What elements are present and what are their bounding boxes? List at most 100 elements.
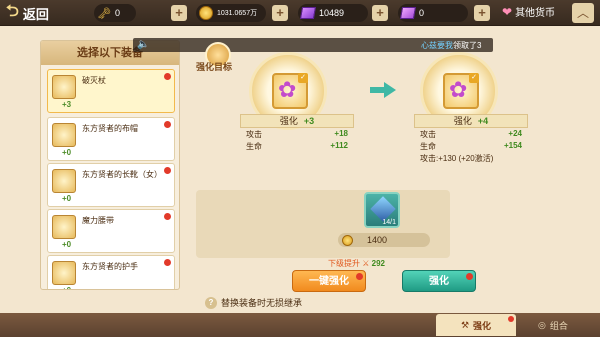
- equipped-tag-icon: ✓: [469, 73, 479, 83]
- equipment-name: 东方贤者的护手: [82, 262, 138, 271]
- add-key-button[interactable]: +: [171, 5, 187, 21]
- staff-icon: [52, 75, 76, 99]
- key-count: 0: [114, 8, 120, 18]
- material-box: 14/1 1400: [196, 190, 450, 258]
- gem-resource: 10489: [298, 4, 368, 22]
- red-dot-badge: [508, 316, 514, 322]
- equipment-name: 东方贤者的布帽: [82, 124, 138, 133]
- stat-row: 生命 +154: [414, 140, 528, 152]
- enhance-button[interactable]: 强化: [402, 270, 476, 292]
- back-button[interactable]: ⮌ 返回: [6, 3, 78, 23]
- equipment-item-0[interactable]: 破灭杖 +3: [47, 69, 175, 113]
- next-level-value: 292: [371, 259, 385, 268]
- enhance-label: 强化: [453, 116, 472, 126]
- stat-row: 攻击 +24: [414, 128, 528, 140]
- equipment-item-4[interactable]: 东方贤者的护手 +0: [47, 255, 175, 289]
- next-stat-head: 强化 +4: [414, 114, 528, 128]
- sword-icon: ⚔: [362, 259, 370, 268]
- key-resource: 🗝 0: [94, 4, 136, 22]
- belt-icon: [52, 215, 76, 239]
- tab-enhance-label: 强化: [473, 320, 492, 331]
- anvil-icon: ⚒: [460, 319, 470, 330]
- top-bar: ⮌ 返回 🗝 0 + 1031.0657万 + 10489 + 0 + ❤ 其他…: [0, 0, 600, 26]
- current-stat-card: 强化 +3 攻击 +18 生命 +112: [240, 114, 354, 160]
- add-gem-button[interactable]: +: [372, 5, 388, 21]
- next-level-boost: 下级提升 ⚔ 292: [328, 258, 385, 269]
- stat-value: +24: [508, 129, 522, 138]
- stat-value: +18: [334, 129, 348, 138]
- equipment-name: 破灭杖: [82, 76, 106, 85]
- stat-name: 攻击: [246, 130, 262, 139]
- violet-crystal-icon: [399, 7, 417, 19]
- stat-name: 生命: [246, 142, 262, 151]
- key-icon: 🗝: [97, 7, 111, 20]
- gem-count: 10489: [319, 8, 345, 18]
- material-count: 14/1: [382, 219, 396, 226]
- announcement-text: 心兹要我领取了3: [421, 40, 481, 51]
- heart-icon: ❤: [502, 4, 513, 19]
- crystal-count: 0: [419, 8, 425, 18]
- current-equipment-slot[interactable]: ✿ ✓: [272, 73, 308, 109]
- equipment-item-1[interactable]: 东方贤者的布帽 +0: [47, 117, 175, 161]
- equipped-tag-icon: ✓: [298, 73, 308, 83]
- equipment-item-2[interactable]: 东方贤者的长靴（女） +0: [47, 163, 175, 207]
- one-key-enhance-label: 一键强化: [309, 276, 349, 287]
- equipment-name: 东方贤者的长靴（女）: [82, 170, 162, 179]
- forge-target-label: 强化目标: [196, 62, 233, 72]
- other-currency-button[interactable]: ❤ 其他货币: [502, 4, 556, 20]
- chevron-up-icon: ︿: [576, 6, 589, 20]
- equipment-level: +0: [62, 286, 71, 289]
- add-crystal-button[interactable]: +: [474, 5, 490, 21]
- equipment-level: +3: [62, 100, 72, 109]
- enhance-level: +3: [303, 116, 315, 126]
- gloves-icon: [52, 261, 76, 285]
- combine-icon: ◎: [538, 319, 546, 330]
- current-stat-head: 强化 +3: [240, 114, 354, 128]
- announcement-body: 领取了3: [453, 41, 482, 50]
- inherit-hint[interactable]: ? 替换装备时无损继承: [205, 296, 302, 309]
- next-stat-card: 强化 +4 攻击 +24 生命 +154 攻击:+130 (+20激活): [414, 114, 528, 163]
- tab-combine[interactable]: ◎ 组合: [528, 314, 578, 336]
- one-key-enhance-button[interactable]: 一键强化: [292, 270, 366, 292]
- gold-coin-icon: [342, 234, 353, 246]
- gold-cost-bar: 1400: [338, 233, 430, 247]
- staff-icon: ✿: [278, 77, 297, 102]
- tab-enhance[interactable]: ⚒ 强化: [436, 314, 516, 336]
- add-gold-button[interactable]: +: [272, 5, 288, 21]
- stat-extra-row: 攻击:+130 (+20激活): [414, 152, 528, 164]
- gold-cost: 1400: [367, 235, 388, 245]
- next-equipment-slot: ✿ ✓: [443, 73, 479, 109]
- back-label: 返回: [22, 6, 49, 22]
- red-dot-badge: [164, 213, 171, 220]
- red-dot-badge: [164, 167, 171, 174]
- next-level-label: 下级提升: [328, 259, 360, 268]
- purple-gem-icon: [299, 7, 317, 19]
- stat-value: +154: [503, 141, 522, 150]
- speaker-icon: 🔈: [137, 39, 150, 50]
- red-dot-badge: [164, 259, 171, 266]
- gold-count: 1031.0657万: [217, 10, 258, 17]
- hat-icon: [52, 123, 76, 147]
- equipment-item-3[interactable]: 魔力腰带 +0: [47, 209, 175, 253]
- inherit-hint-text: 替换装备时无损继承: [221, 298, 303, 308]
- material-slot[interactable]: 14/1: [364, 192, 400, 228]
- stat-extra: 攻击:+130 (+20激活): [420, 154, 494, 163]
- equipment-level: +0: [62, 148, 72, 157]
- equipment-name: 魔力腰带: [82, 216, 114, 225]
- stat-name: 生命: [420, 142, 436, 151]
- other-currency-label: 其他货币: [515, 8, 556, 19]
- staff-icon: ✿: [449, 77, 468, 102]
- red-dot-badge: [466, 273, 473, 280]
- red-dot-badge: [356, 273, 363, 280]
- equipment-list-panel: 选择以下装备 破灭杖 +3 东方贤者的布帽 +0 东方贤者的长靴（女） +0 魔…: [40, 40, 180, 290]
- help-icon: ?: [205, 296, 217, 309]
- enhance-button-label: 强化: [429, 276, 449, 287]
- stat-row: 生命 +112: [240, 140, 354, 152]
- stat-name: 攻击: [420, 130, 436, 139]
- stat-row: 攻击 +18: [240, 128, 354, 140]
- gold-resource: 1031.0657万: [196, 4, 266, 22]
- stat-value: +112: [330, 141, 348, 150]
- bottom-tab-bar: ⚒ 强化 ◎ 组合: [0, 313, 600, 337]
- announcement-highlight: 心兹要我: [421, 41, 453, 50]
- collapse-button[interactable]: ︿: [572, 3, 594, 23]
